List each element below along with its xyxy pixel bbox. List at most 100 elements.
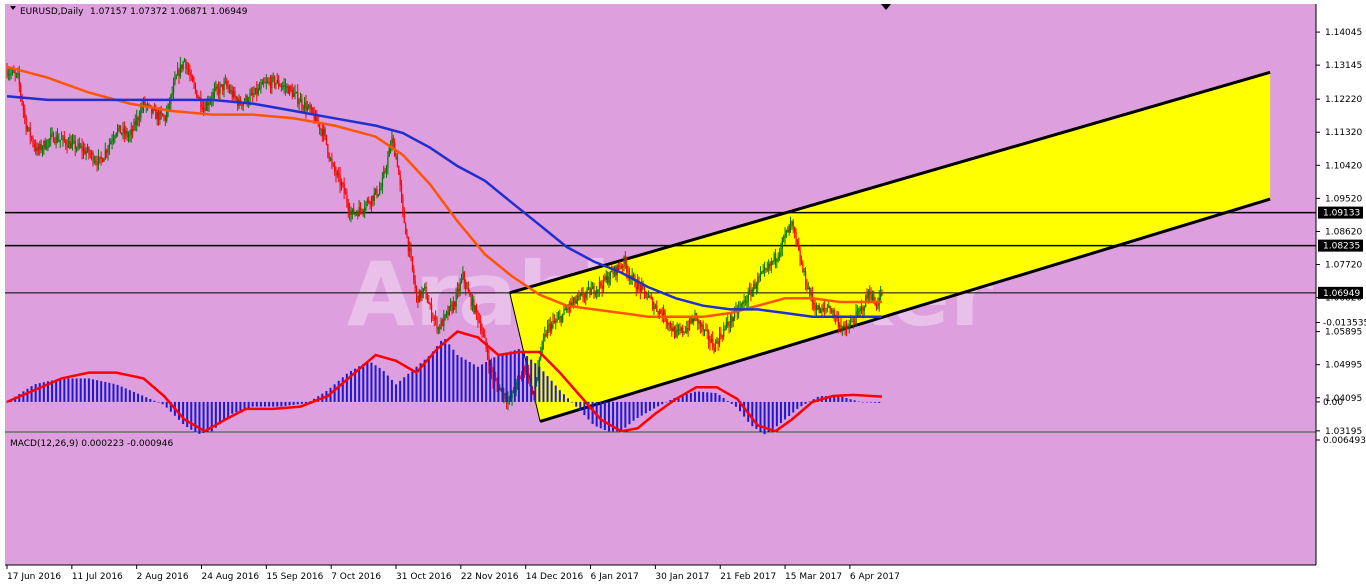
macd-bar	[763, 401, 766, 435]
candle-body	[462, 272, 464, 279]
macd-tick-label: 0.006493	[1323, 436, 1366, 446]
candle-body	[298, 102, 300, 104]
candle-body	[175, 75, 177, 79]
candle-body	[174, 78, 176, 84]
candle-body	[560, 316, 562, 323]
macd-plot-area[interactable]	[5, 433, 1316, 565]
macd-bar	[386, 375, 389, 402]
candle-body	[876, 305, 878, 307]
macd-bar	[116, 384, 119, 402]
candle-body	[17, 73, 19, 75]
price-tick-label: 1.07720	[1325, 261, 1362, 271]
candle-body	[43, 141, 45, 149]
candle-body	[710, 338, 713, 343]
candle-body	[862, 306, 864, 311]
candle-body	[66, 145, 68, 148]
candle-body	[486, 348, 489, 357]
candle-body	[785, 229, 788, 234]
macd-bar	[796, 401, 799, 409]
macd-bar	[800, 401, 803, 407]
candle-body	[814, 305, 816, 311]
candle-body	[624, 256, 627, 264]
macd-bar	[427, 356, 430, 402]
candle-body	[619, 267, 621, 269]
candle-body	[227, 86, 229, 89]
candle-body	[469, 292, 471, 296]
candle-body	[743, 300, 745, 302]
candle-body	[166, 111, 168, 122]
candle-body	[11, 70, 14, 73]
candle-body	[208, 102, 210, 106]
macd-bar	[456, 354, 459, 402]
candle-body	[435, 318, 437, 320]
candle-body	[815, 309, 818, 311]
candle-body	[724, 326, 726, 329]
candle-body	[769, 263, 771, 266]
candle-body	[750, 289, 752, 296]
candle-body	[325, 134, 328, 145]
candle-body	[749, 289, 751, 292]
candle-body	[89, 154, 91, 156]
candle-body	[759, 273, 762, 277]
candle-body	[798, 244, 800, 251]
macd-bar	[714, 392, 717, 402]
candle-body	[213, 89, 216, 93]
candle-body	[684, 331, 687, 333]
candle-body	[418, 290, 420, 303]
candle-body	[701, 324, 703, 327]
macd-bar	[542, 371, 545, 402]
candle-body	[802, 263, 804, 272]
candle-body	[289, 86, 291, 94]
candle-body	[791, 221, 793, 225]
candle-body	[91, 152, 93, 155]
macd-bar	[263, 401, 266, 407]
candle-body	[788, 224, 790, 233]
candle-body	[781, 238, 784, 249]
candle-body	[635, 286, 637, 290]
candle-body	[14, 72, 16, 74]
candle-body	[52, 133, 55, 143]
macd-bar	[79, 378, 82, 402]
macd-bar	[358, 366, 361, 402]
candle-body	[32, 138, 34, 145]
chart-canvas[interactable]: ArabicBroker 1.140451.131451.122201.1132…	[0, 0, 1366, 587]
macd-bar	[83, 378, 86, 402]
candle-body	[254, 87, 257, 94]
macd-bar	[616, 401, 619, 432]
candle-body	[600, 282, 602, 286]
macd-bar	[63, 378, 66, 402]
candle-body	[197, 97, 199, 99]
candle-body	[762, 269, 764, 272]
candle-body	[641, 284, 643, 292]
candle-body	[260, 84, 262, 89]
macd-bar	[87, 378, 90, 402]
level-price-label: 1.08235	[1323, 242, 1360, 252]
candle-body	[80, 146, 82, 148]
macd-bar	[788, 401, 791, 416]
macd-bar	[865, 401, 868, 403]
candle-body	[511, 391, 513, 399]
candle-body	[478, 320, 480, 322]
candle-body	[470, 295, 472, 307]
macd-bar	[861, 401, 864, 403]
candle-body	[92, 152, 94, 163]
candle-body	[465, 282, 467, 289]
candle-body	[499, 388, 501, 391]
candle-body	[122, 128, 124, 134]
macd-bar	[22, 391, 25, 402]
candle-body	[306, 106, 308, 111]
macd-bar	[96, 380, 99, 402]
candle-body	[432, 317, 434, 319]
candle-body	[249, 94, 251, 102]
candle-body	[340, 182, 343, 186]
candle-body	[880, 292, 882, 298]
macd-bar	[71, 378, 74, 402]
macd-bar	[55, 379, 58, 402]
candle-body	[261, 81, 263, 85]
macd-bar	[276, 401, 279, 407]
candle-body	[851, 321, 853, 323]
candle-body	[196, 90, 198, 98]
candle-body	[220, 84, 223, 86]
macd-bar	[554, 385, 557, 402]
macd-bar	[374, 365, 377, 402]
